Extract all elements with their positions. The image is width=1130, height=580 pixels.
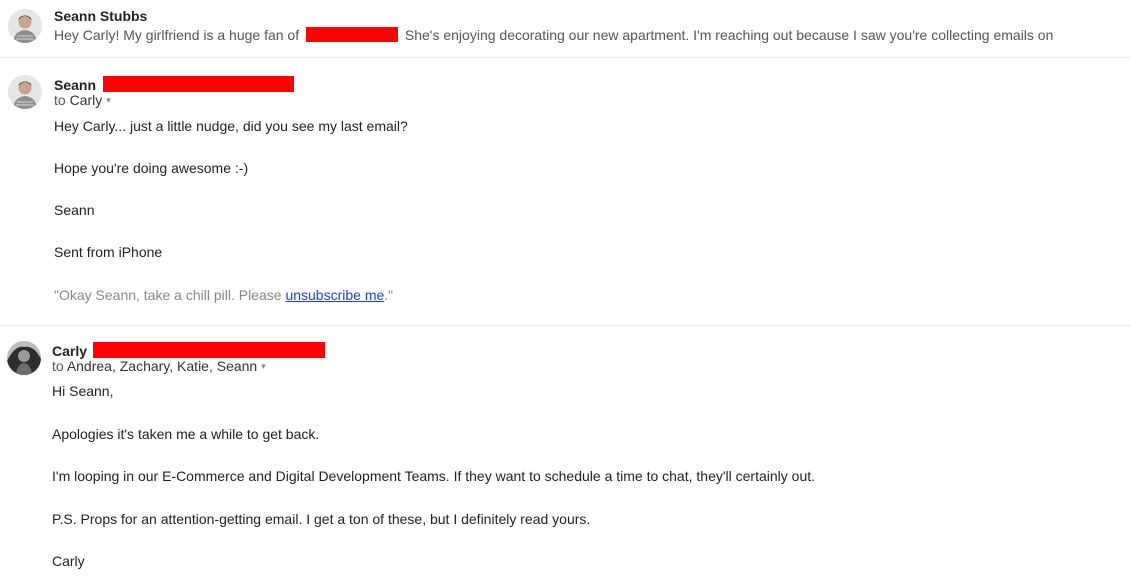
sender-name[interactable]: Seann Stubbs	[54, 8, 147, 24]
avatar[interactable]	[8, 75, 42, 109]
message-body-line: I'm looping in our E-Commerce and Digita…	[52, 468, 816, 484]
message-body-line: P.S. Props for an attention-getting emai…	[52, 511, 591, 527]
redaction-bar	[102, 76, 294, 92]
sender-name-text: Carly	[52, 343, 88, 359]
sender-name-text: Seann	[54, 77, 97, 93]
recipient-names: Carly	[69, 92, 103, 108]
to-prefix: to	[54, 92, 66, 108]
to-prefix: to	[52, 358, 64, 374]
avatar[interactable]	[8, 9, 42, 43]
person-avatar-icon	[7, 341, 41, 375]
message-divider	[0, 57, 1130, 58]
message-body-line: Hope you're doing awesome :-)	[54, 160, 249, 176]
unsubscribe-link[interactable]: unsubscribe me	[285, 287, 384, 303]
quote-text-before: "Okay Seann, take a chill pill. Please	[54, 287, 286, 303]
snippet-text-after: She's enjoying decorating our new apartm…	[404, 27, 1054, 43]
message-snippet[interactable]: Hey Carly! My girlfriend is a huge fan o…	[54, 27, 1053, 43]
redaction-bar	[306, 27, 398, 42]
recipient-names: Andrea, Zachary, Katie, Seann	[66, 358, 258, 374]
message-body-line: Apologies it's taken me a while to get b…	[52, 426, 320, 442]
message-body-line: Carly	[52, 553, 85, 569]
recipients-line[interactable]: to Carly ▾	[54, 92, 111, 108]
chevron-down-icon[interactable]: ▾	[106, 95, 111, 105]
quote-text-after: ."	[384, 287, 394, 303]
person-avatar-icon	[8, 75, 42, 109]
snippet-text-before: Hey Carly! My girlfriend is a huge fan o…	[54, 27, 300, 43]
recipients-line[interactable]: to Andrea, Zachary, Katie, Seann ▾	[52, 358, 266, 374]
redaction-bar	[92, 342, 325, 358]
person-avatar-icon	[8, 9, 42, 43]
message-body-line: Seann	[54, 202, 95, 218]
message-body-line: Hi Seann,	[52, 383, 114, 399]
quoted-annotation: "Okay Seann, take a chill pill. Please u…	[54, 287, 393, 303]
chevron-down-icon[interactable]: ▾	[261, 361, 266, 371]
sender-name[interactable]: Seann	[54, 76, 294, 93]
sender-name[interactable]: Carly	[52, 342, 325, 359]
message-body-line: Hey Carly... just a little nudge, did yo…	[54, 118, 408, 134]
message-divider	[0, 325, 1130, 326]
avatar[interactable]	[7, 341, 41, 375]
message-body-line: Sent from iPhone	[54, 244, 163, 260]
